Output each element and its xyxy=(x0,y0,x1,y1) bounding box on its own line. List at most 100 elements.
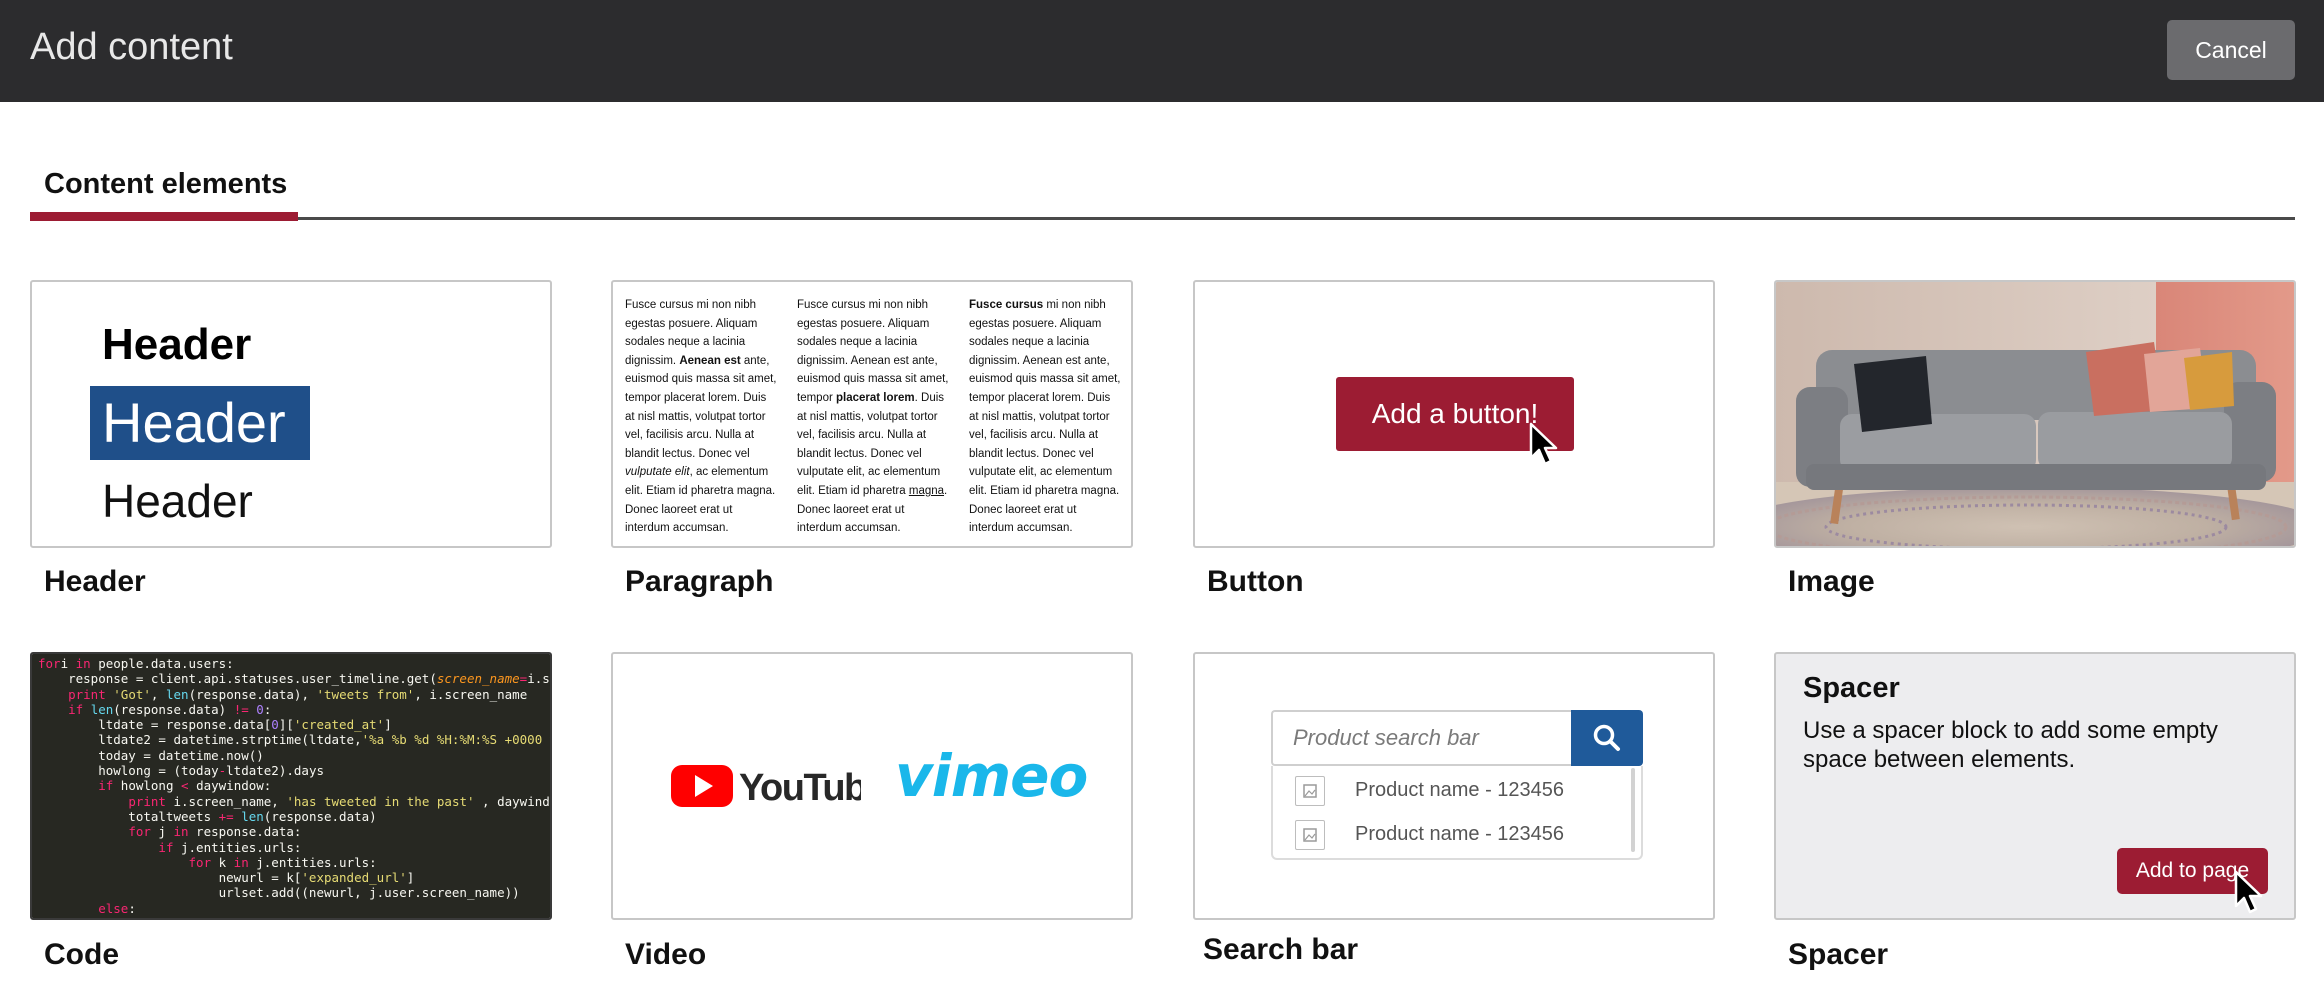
code-token: (response.data) xyxy=(113,701,234,717)
spacer-element-card[interactable]: Spacer Use a spacer block to add some em… xyxy=(1774,652,2296,920)
code-token: 0 xyxy=(271,717,279,733)
code-line: if len(response.data) != 0: xyxy=(38,701,550,717)
paragraph-text-run: . Duis at nisl mattis, volutpat tortor v… xyxy=(797,391,945,497)
top-bar: Add content Cancel xyxy=(0,0,2324,102)
code-line: today = datetime.now() xyxy=(38,748,550,763)
header-card-label: Header xyxy=(44,565,146,598)
code-token: 'Got' xyxy=(113,686,151,702)
code-token: screen_name xyxy=(436,671,520,687)
code-token: : xyxy=(128,900,136,916)
mouse-pointer-icon xyxy=(2234,870,2263,914)
paragraph-card-label: Paragraph xyxy=(625,565,774,598)
code-token: for xyxy=(128,824,151,840)
code-token: howlong xyxy=(113,778,182,794)
code-token: , i.screen_name xyxy=(414,686,528,702)
code-token: if xyxy=(68,701,84,717)
code-token: : xyxy=(263,701,272,717)
paragraph-text-run: mi non nibh egestas posuere. Aliquam sod… xyxy=(969,299,1121,535)
code-token: response = client.api.statuses.user_time… xyxy=(38,671,437,687)
paragraph-text-run: ante, euismod quis massa sit amet, tempo… xyxy=(625,354,777,460)
code-token: urlset.add((newurl, j.user.screen_name)) xyxy=(38,885,520,901)
header-preview-bold: Header xyxy=(102,320,252,369)
code-token: , daywindow, xyxy=(482,793,550,809)
code-token: print xyxy=(68,686,106,702)
code-line: for j in response.data: xyxy=(38,824,550,840)
tab-label: Content elements xyxy=(44,168,288,200)
cancel-button[interactable]: Cancel xyxy=(2167,20,2295,80)
code-line: ltdate2 = datetime.strptime(ltdate,'%a %… xyxy=(38,732,552,748)
youtube-wordmark: YouTube xyxy=(739,767,861,809)
code-preview: for i in people.data.users: response = cl… xyxy=(32,654,552,918)
code-line: urlset.add((newurl, j.user.screen_name)) xyxy=(38,885,550,901)
code-token: '%a %b %d %H:%M:%S +0000 %Y' xyxy=(361,732,552,748)
code-token: 'expanded_url' xyxy=(301,870,407,886)
search-button-preview xyxy=(1571,710,1643,766)
search-result-name: Product name - 123456 xyxy=(1355,823,1565,845)
code-token: i xyxy=(60,656,76,671)
code-token: totaltweets xyxy=(38,808,219,824)
code-token: if xyxy=(158,839,174,855)
search-result-name: Product name - 123456 xyxy=(1355,779,1565,801)
active-tab-indicator xyxy=(30,212,298,221)
code-token: 0 xyxy=(256,701,264,717)
tab-content-elements[interactable]: Content elements xyxy=(30,165,298,223)
results-scrollbar xyxy=(1631,768,1635,852)
code-token: people.data.users: xyxy=(90,656,234,671)
spacer-description: Use a spacer block to add some empty spa… xyxy=(1803,717,2218,773)
code-token: in xyxy=(75,656,91,671)
code-line: response = client.api.statuses.user_time… xyxy=(38,671,550,687)
code-token: if xyxy=(98,778,114,794)
spacer-card-label: Spacer xyxy=(1788,938,1889,971)
code-token: len xyxy=(241,808,264,824)
code-line: ltdate = response.data[0]['created_at'] xyxy=(38,717,550,733)
code-line: print 'Got', len(response.data), 'tweets… xyxy=(38,686,550,702)
paragraph-column: Fusce cursus mi non nibh egestas posuere… xyxy=(969,296,1121,538)
code-line: howlong = (today-ltdate2).days xyxy=(38,763,550,779)
paragraph-text-run: vulputate elit xyxy=(625,466,690,479)
code-token: howlong = (today xyxy=(38,763,219,779)
paragraph-element-card[interactable]: Fusce cursus mi non nibh egestas posuere… xyxy=(611,280,1133,548)
code-token: newurl = k[ xyxy=(38,870,302,886)
code-line: print i.screen_name, 'has tweeted in the… xyxy=(38,793,550,809)
paragraph-text-run: Fusce cursus xyxy=(969,299,1044,311)
search-bar-card-label: Search bar xyxy=(1203,933,1359,966)
code-token: for xyxy=(188,854,212,870)
youtube-play-icon: YouTube xyxy=(671,765,887,809)
paragraph-text-run: magna xyxy=(908,484,945,497)
code-token: ltdate2).days xyxy=(226,763,324,779)
search-bar-element-card[interactable]: Product search bar Product name - 123456… xyxy=(1193,652,1715,920)
spacer-title: Spacer xyxy=(1803,672,1900,704)
sofa-photo-icon xyxy=(1776,282,2294,546)
image-placeholder-icon xyxy=(1295,820,1325,850)
video-element-card[interactable]: YouTube vimeo xyxy=(611,652,1133,920)
code-token: len xyxy=(90,701,114,717)
code-token: j xyxy=(150,824,174,840)
search-results-list: Product name - 123456 Product name - 123… xyxy=(1271,766,1643,860)
video-card-label: Video xyxy=(625,938,707,971)
code-lines: for i in people.data.users: response = cl… xyxy=(38,656,552,916)
code-token: ltdate2 = datetime.strptime(ltdate, xyxy=(38,732,362,748)
code-token: print xyxy=(128,793,166,809)
code-token: 'created_at' xyxy=(293,717,385,733)
image-element-card[interactable] xyxy=(1774,280,2296,548)
paragraph-text-run: Aenean est xyxy=(679,354,741,367)
code-token: += xyxy=(218,808,234,824)
code-token: i.scre xyxy=(527,671,550,687)
product-search-placeholder: Product search bar xyxy=(1271,710,1573,766)
code-token: len xyxy=(165,686,189,702)
paragraph-text-run: placerat lorem xyxy=(836,391,915,404)
header-element-card[interactable]: Header Header Header xyxy=(30,280,552,548)
button-element-card[interactable]: Add a button! xyxy=(1193,280,1715,548)
code-token: ] xyxy=(384,717,392,733)
code-line: totaltweets += len(response.data) xyxy=(38,808,550,824)
image-card-label: Image xyxy=(1788,565,1875,598)
youtube-logo: YouTube xyxy=(671,762,887,815)
code-token: ] xyxy=(406,870,415,886)
code-token: 'has tweeted in the past' xyxy=(286,793,475,809)
code-element-card[interactable]: for i in people.data.users: response = cl… xyxy=(30,652,552,920)
code-token: ltdate = response.data[ xyxy=(38,717,272,733)
